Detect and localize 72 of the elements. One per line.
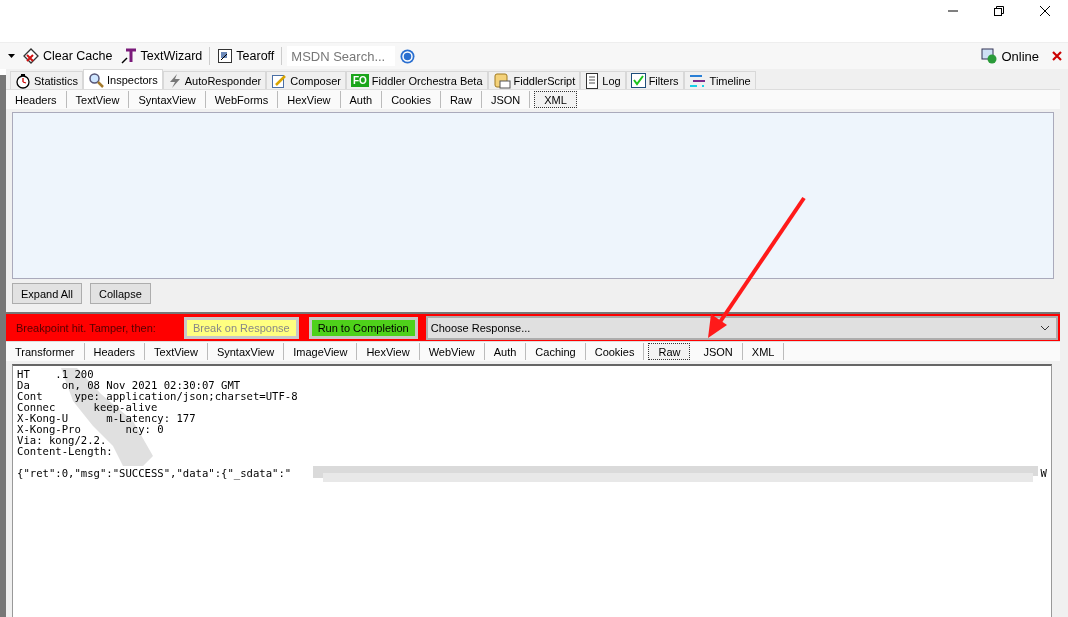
response-text: on, 08 Nov 2021 02:30:07 GMT: [61, 380, 241, 391]
toolbar-button[interactable]: TextWizard: [119, 48, 205, 64]
inspector-tab[interactable]: Caching: [526, 343, 586, 360]
fo-badge-icon: FO: [350, 74, 369, 87]
tab[interactable]: Filters: [625, 71, 684, 89]
response-text: Content-Length:: [17, 446, 113, 457]
inspector-tab[interactable]: Raw: [440, 91, 482, 108]
response-text: Cont: [17, 391, 43, 402]
inspector-tab[interactable]: Auth: [340, 91, 383, 108]
response-text: X-Kong-U: [17, 413, 69, 424]
response-text: .1 200: [55, 369, 94, 380]
timeline-icon: [688, 73, 707, 88]
tree-button[interactable]: Collapse: [90, 283, 151, 304]
response-dropdown[interactable]: Choose Response...: [425, 315, 1058, 340]
response-text: ype: application/json;charset=UTF-8: [74, 391, 298, 402]
restore-icon: [994, 6, 1004, 16]
inspector-tab[interactable]: Auth: [484, 343, 527, 360]
response-text: ncy: 0: [125, 424, 164, 435]
response-text: W: [1040, 468, 1047, 479]
magnifier-icon: [88, 72, 104, 88]
inspector-tab[interactable]: HexView: [278, 91, 341, 108]
inspector-tab[interactable]: HexView: [357, 343, 420, 360]
eraser-icon: [22, 48, 40, 64]
inspector-tab[interactable]: Transformer: [6, 343, 85, 360]
network-globe-icon: [981, 48, 998, 64]
breakpoint-message: Breakpoint hit. Tamper, then:: [16, 321, 157, 334]
response-text: X-Kong-Pro: [17, 424, 81, 435]
inspector-tab[interactable]: TextView: [145, 343, 208, 360]
chevron-down-icon: [1040, 324, 1050, 331]
inspector-tab[interactable]: JSON: [481, 91, 531, 108]
scrollbar[interactable]: [1060, 69, 1068, 617]
window-detach-icon: [217, 48, 234, 64]
inspector-tab[interactable]: XML: [742, 343, 785, 360]
response-text: Da: [17, 380, 30, 391]
tab[interactable]: FiddlerScript: [487, 71, 581, 89]
inspector-tab[interactable]: JSON: [694, 343, 743, 360]
search-field[interactable]: MSDN Search...: [287, 46, 396, 66]
tree-button[interactable]: Expand All: [12, 283, 82, 304]
inspector-tab[interactable]: SyntaxView: [129, 91, 206, 108]
inspector-tab[interactable]: XML: [534, 91, 577, 108]
response-text: {"ret":0,"msg":"SUCCESS","data":{"_sdata":": [17, 468, 292, 479]
dropdown-caret-icon[interactable]: [8, 53, 15, 59]
inspector-tab[interactable]: Raw: [648, 343, 691, 360]
tab[interactable]: Timeline: [683, 71, 756, 89]
tab[interactable]: Composer: [266, 71, 346, 89]
inspector-tab[interactable]: ImageView: [284, 343, 358, 360]
tab[interactable]: FO Fiddler Orchestra Beta: [345, 71, 488, 89]
response-text: m-Latency: 177: [106, 413, 196, 424]
toolbar-button[interactable]: Clear Cache: [20, 48, 115, 64]
close-icon[interactable]: [1052, 51, 1062, 61]
response-text: keep-alive: [93, 402, 158, 413]
tab[interactable]: Statistics: [10, 71, 83, 89]
response-text: Via: kong/2.2.: [17, 435, 107, 446]
toolbar-button[interactable]: Tearoff: [215, 48, 277, 64]
online-status[interactable]: Online: [1001, 48, 1039, 64]
inspector-tab[interactable]: Headers: [84, 343, 146, 360]
help-icon[interactable]: [400, 48, 416, 64]
response-text: HT: [17, 369, 30, 380]
close-icon: [1040, 6, 1050, 16]
response-text: Connec: [17, 402, 56, 413]
inspector-tab[interactable]: Cookies: [382, 91, 441, 108]
inspector-tab[interactable]: Headers: [6, 91, 67, 108]
tab[interactable]: AutoResponder: [162, 71, 267, 89]
inspector-tab[interactable]: SyntaxView: [207, 343, 285, 360]
run-to-completion-button[interactable]: Run to Completion: [308, 316, 418, 339]
tab[interactable]: Inspectors: [83, 69, 163, 90]
inspector-tab[interactable]: TextView: [66, 91, 130, 108]
wand-icon: [121, 48, 138, 64]
tab[interactable]: Log: [580, 71, 626, 89]
inspector-tab[interactable]: WebView: [419, 343, 485, 360]
inspector-tab[interactable]: Cookies: [585, 343, 645, 360]
inspector-tab[interactable]: WebForms: [205, 91, 279, 108]
